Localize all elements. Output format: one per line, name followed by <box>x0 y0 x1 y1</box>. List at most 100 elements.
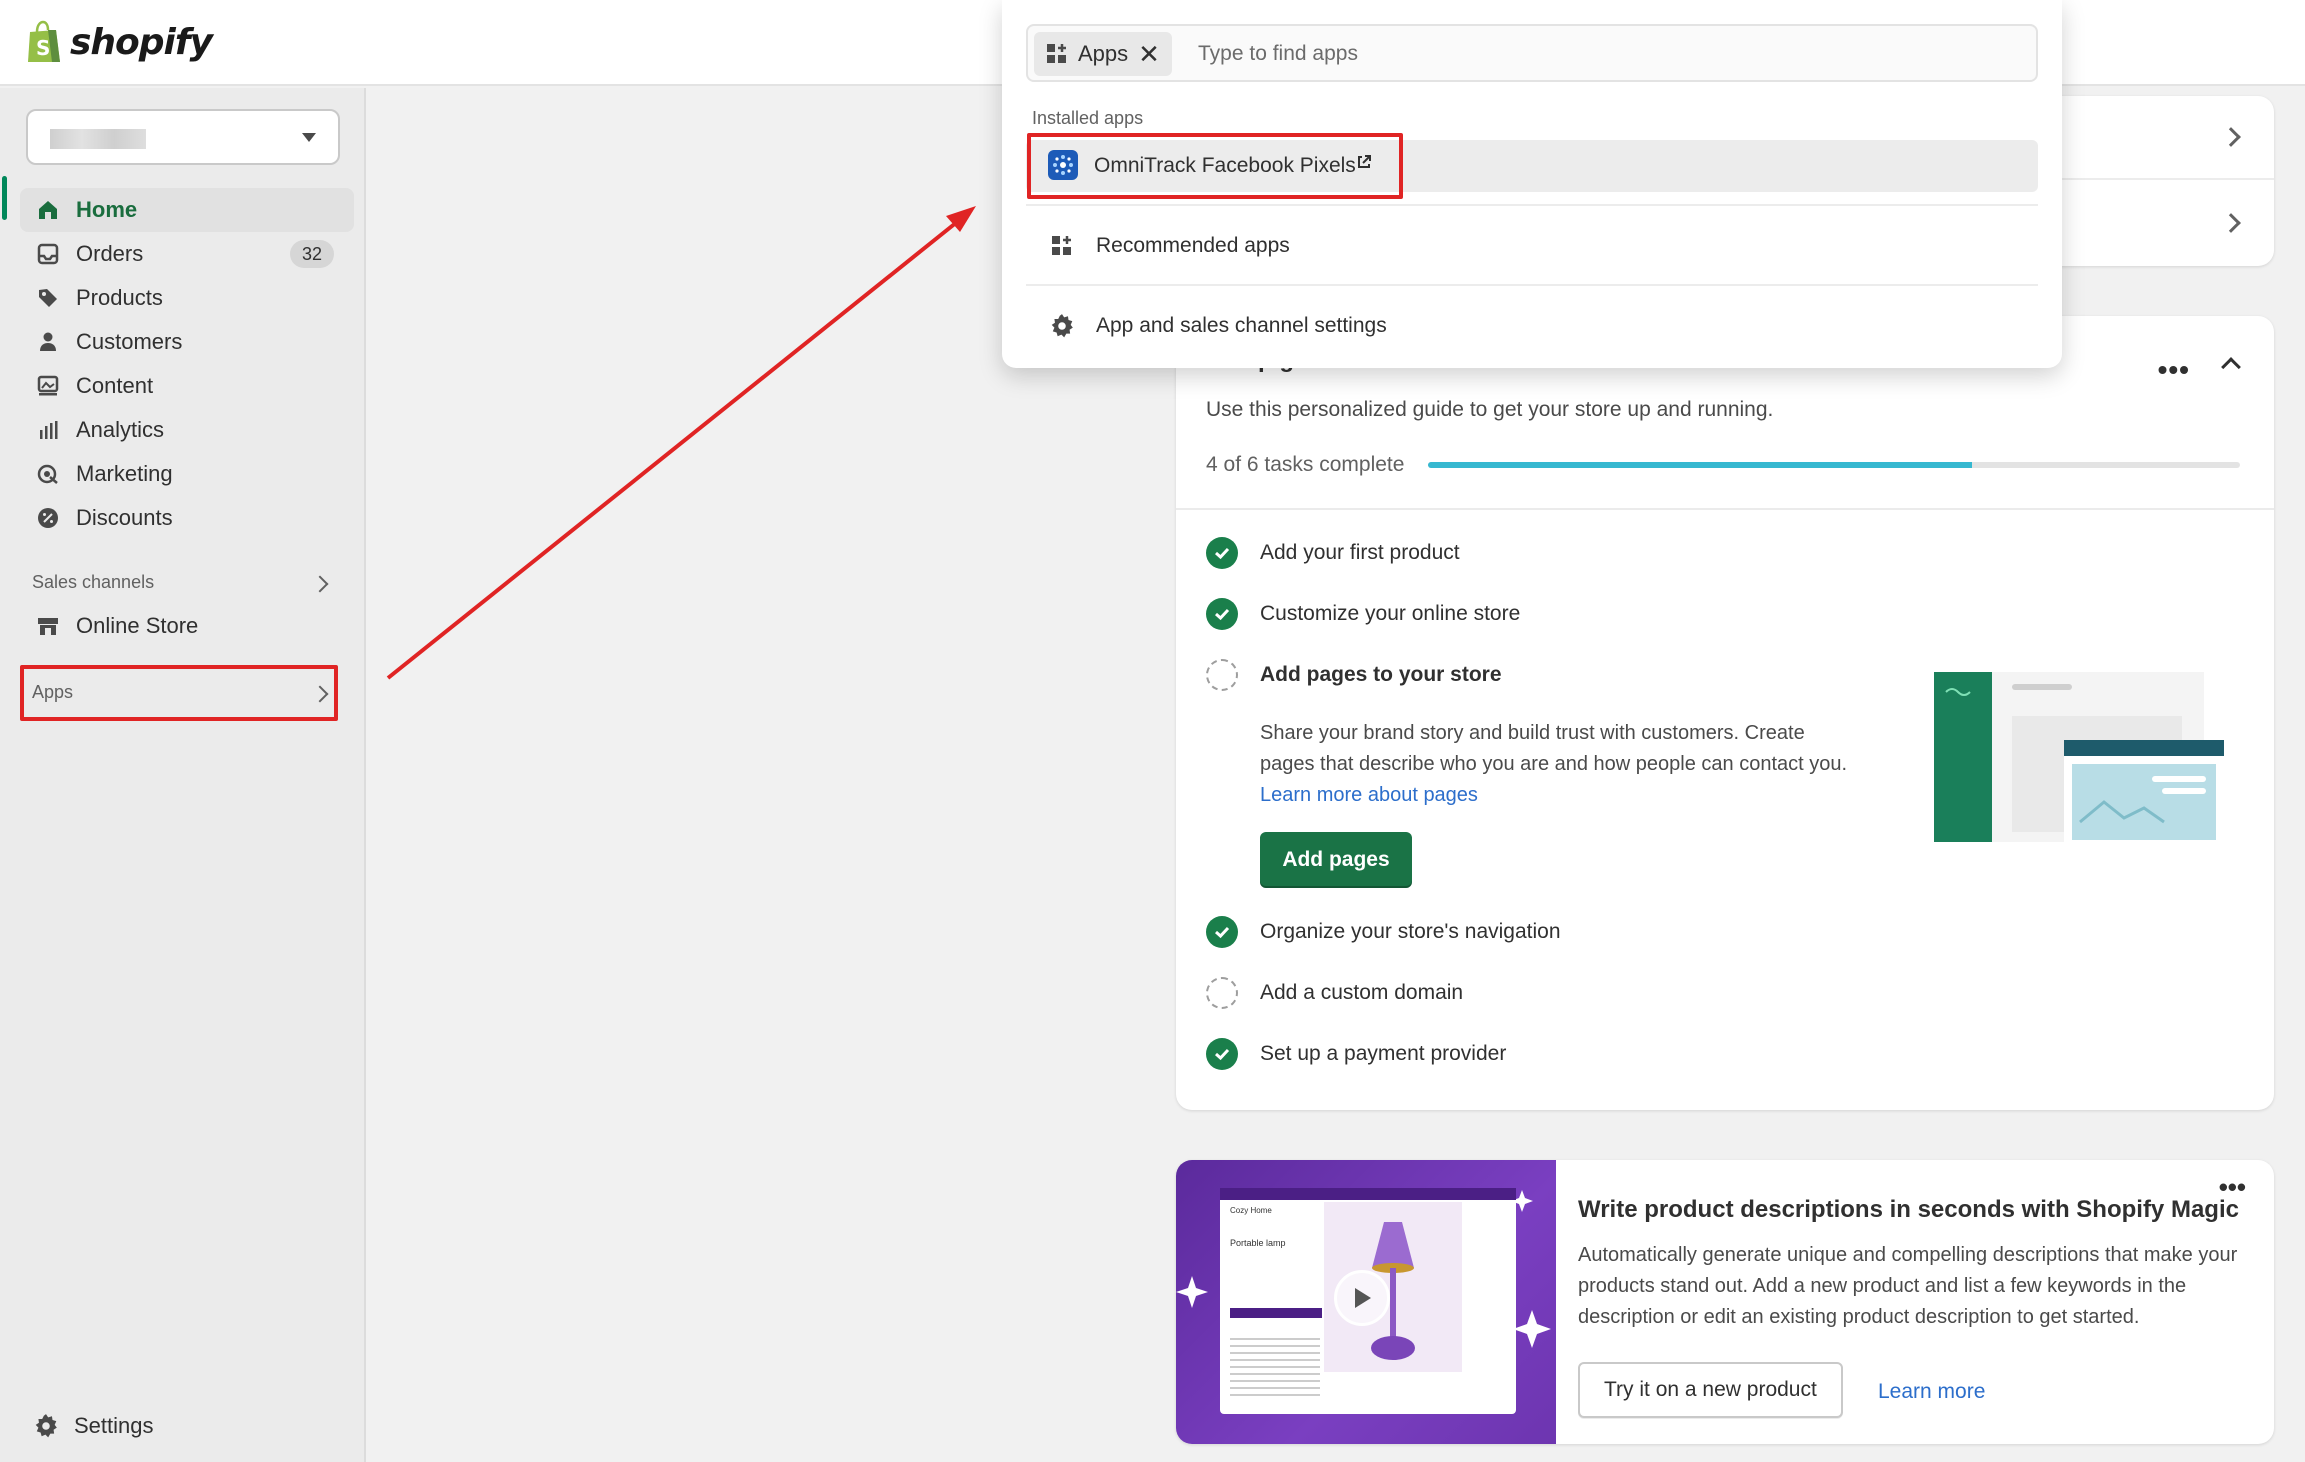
task-item[interactable]: Add a custom domain <box>1206 977 1463 1009</box>
apps-filter-chip[interactable]: Apps ✕ <box>1034 32 1172 76</box>
check-circle-icon <box>1206 537 1238 569</box>
shopify-bag-icon: S <box>28 20 60 62</box>
installed-apps-label: Installed apps <box>1032 108 1144 128</box>
divider <box>1176 508 2274 510</box>
image-icon <box>34 372 62 400</box>
brand-name: shopify <box>70 21 213 63</box>
discount-icon <box>34 504 62 532</box>
chevron-up-icon[interactable] <box>2221 357 2241 377</box>
sidebar-item-label: Content <box>76 373 154 398</box>
target-icon <box>34 460 62 488</box>
sidebar-item-marketing[interactable]: Marketing <box>20 452 354 496</box>
caret-down-icon <box>302 133 316 142</box>
bar-chart-icon <box>34 416 62 444</box>
task-item[interactable]: Customize your online store <box>1206 598 1520 630</box>
incomplete-circle-icon <box>1206 659 1238 691</box>
sidebar-item-customers[interactable]: Customers <box>20 320 354 364</box>
sidebar-item-label: Home <box>76 197 138 222</box>
gear-icon <box>32 1412 60 1440</box>
chevron-right-icon <box>2221 213 2241 233</box>
play-icon[interactable] <box>1334 1270 1390 1326</box>
more-options-icon[interactable]: ••• <box>2219 1172 2246 1203</box>
sidebar-item-online-store[interactable]: Online Store <box>20 604 354 648</box>
sidebar-item-discounts[interactable]: Discounts <box>20 496 354 540</box>
shopify-magic-card: Cozy Home Portable lamp Write product de… <box>1176 1160 2274 1444</box>
divider <box>1026 284 2038 286</box>
sidebar-item-settings[interactable]: Settings <box>20 1404 154 1448</box>
apps-grid-icon <box>1047 44 1066 63</box>
sidebar-item-label: Online Store <box>76 613 199 638</box>
sidebar: Home Orders 32 Products Customers Conten… <box>0 88 366 1462</box>
progress-bar-fill <box>1428 462 1973 468</box>
magic-card-description: Automatically generate unique and compel… <box>1578 1244 2238 1328</box>
inbox-icon <box>34 240 62 268</box>
app-settings-item[interactable]: App and sales channel settings <box>1026 300 2038 352</box>
sidebar-item-home[interactable]: Home <box>20 188 354 232</box>
sidebar-item-label: Marketing <box>76 461 173 486</box>
task-item-current[interactable]: Add pages to your store <box>1206 659 1502 691</box>
progress-text: 4 of 6 tasks complete <box>1206 453 1405 476</box>
mock-store-name: Cozy Home <box>1230 1206 1272 1215</box>
sidebar-item-label: Products <box>76 285 163 310</box>
learn-more-link[interactable]: Learn more <box>1878 1380 1985 1404</box>
sales-channels-label[interactable]: Sales channels <box>32 572 154 593</box>
svg-text:S: S <box>36 36 50 60</box>
task-label: Customize your online store <box>1260 602 1521 625</box>
sidebar-item-label: Analytics <box>76 417 165 442</box>
task-label: Set up a payment provider <box>1260 1042 1507 1065</box>
apps-search-popover: Apps ✕ Type to find apps Installed apps … <box>1002 0 2062 368</box>
task-label: Add your first product <box>1260 541 1460 564</box>
sidebar-item-label: Discounts <box>76 505 173 530</box>
store-name-redacted <box>50 129 146 149</box>
try-new-product-button[interactable]: Try it on a new product <box>1578 1362 1843 1418</box>
check-circle-icon <box>1206 1038 1238 1070</box>
sidebar-item-orders[interactable]: Orders 32 <box>20 232 354 276</box>
sidebar-item-label: Customers <box>76 329 183 354</box>
more-options-icon[interactable]: ••• <box>2158 354 2190 386</box>
task-label: Organize your store's navigation <box>1260 920 1561 943</box>
video-thumbnail[interactable]: Cozy Home Portable lamp <box>1176 1160 1556 1444</box>
recommended-apps-item[interactable]: Recommended apps <box>1026 220 2038 272</box>
mock-product-name: Portable lamp <box>1230 1238 1286 1248</box>
installed-app-highlight-annotation <box>1027 133 1403 199</box>
incomplete-circle-icon <box>1206 977 1238 1009</box>
chevron-right-icon[interactable] <box>311 575 329 593</box>
chevron-right-icon <box>2221 127 2241 147</box>
task-item[interactable]: Add your first product <box>1206 537 1460 569</box>
main-nav: Home Orders 32 Products Customers Conten… <box>0 188 366 540</box>
shopify-logo[interactable]: S shopify <box>26 20 213 64</box>
pages-illustration <box>1934 672 2224 858</box>
tag-icon <box>34 284 62 312</box>
add-pages-button[interactable]: Add pages <box>1260 832 1412 888</box>
task-item[interactable]: Set up a payment provider <box>1206 1038 1506 1070</box>
progress-bar <box>1428 462 2240 468</box>
app-settings-label: App and sales channel settings <box>1096 314 1387 337</box>
check-circle-icon <box>1206 916 1238 948</box>
close-icon[interactable]: ✕ <box>1138 39 1160 70</box>
orders-count-badge: 32 <box>290 240 334 268</box>
sidebar-item-products[interactable]: Products <box>20 276 354 320</box>
app-search-field[interactable]: Apps ✕ Type to find apps <box>1026 24 2038 82</box>
magic-card-title: Write product descriptions in seconds wi… <box>1578 1196 2239 1223</box>
chip-label: Apps <box>1078 41 1129 66</box>
sidebar-item-analytics[interactable]: Analytics <box>20 408 354 452</box>
person-icon <box>34 328 62 356</box>
check-circle-icon <box>1206 598 1238 630</box>
gear-icon <box>1048 312 1076 340</box>
search-input[interactable]: Type to find apps <box>1198 42 1358 66</box>
sidebar-item-content[interactable]: Content <box>20 364 354 408</box>
recommended-apps-label: Recommended apps <box>1096 234 1290 257</box>
task-description-text: Share your brand story and build trust w… <box>1260 722 1848 775</box>
setup-guide-description: Use this personalized guide to get your … <box>1206 398 1774 421</box>
setup-guide-card: Setup guide ••• Use this personalized gu… <box>1176 316 2274 1110</box>
task-label: Add pages to your store <box>1260 663 1502 686</box>
divider <box>1026 204 2038 206</box>
learn-more-pages-link[interactable]: Learn more about pages <box>1260 784 1478 806</box>
sidebar-item-label: Orders <box>76 241 144 266</box>
task-description: Share your brand story and build trust w… <box>1260 718 1860 811</box>
task-label: Add a custom domain <box>1260 981 1464 1004</box>
settings-label: Settings <box>74 1413 154 1438</box>
store-selector[interactable] <box>26 109 340 165</box>
task-item[interactable]: Organize your store's navigation <box>1206 916 1561 948</box>
apps-highlight-annotation <box>20 665 338 721</box>
